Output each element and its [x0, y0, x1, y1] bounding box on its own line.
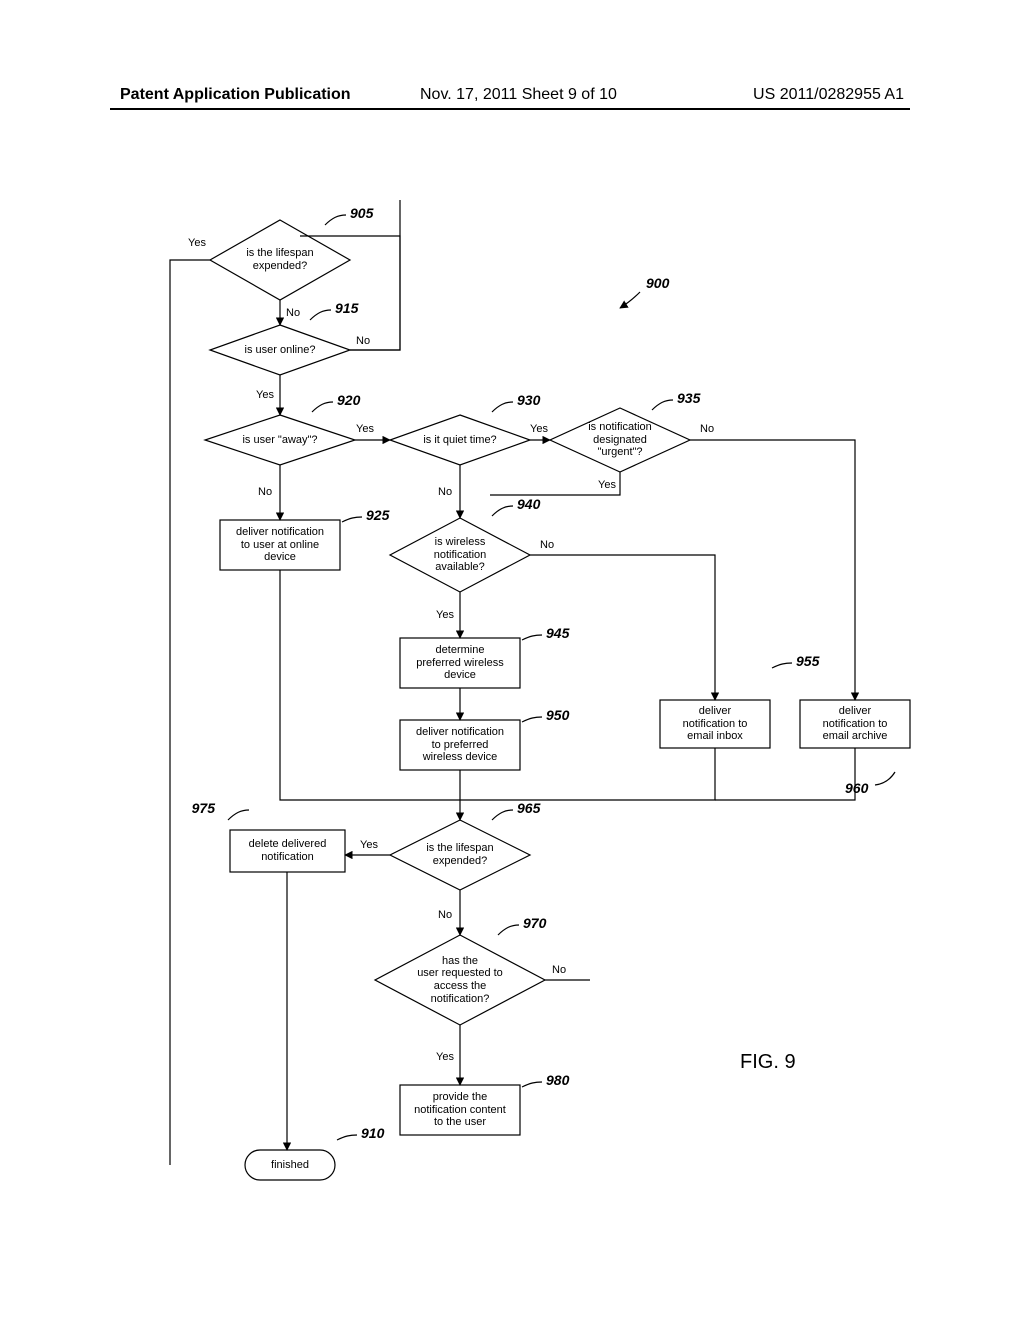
process-deliver-email-archive: deliver notification to email archive	[800, 700, 910, 748]
edge-970-no: No	[552, 964, 566, 976]
ref-935: 935	[677, 390, 701, 406]
ref-910: 910	[361, 1125, 385, 1141]
edge-940-no: No	[540, 539, 554, 551]
decision-wireless-available: is wireless notification available?	[390, 518, 530, 592]
decision-quiet-time: is it quiet time?	[390, 415, 530, 465]
page: Patent Application Publication Nov. 17, …	[0, 0, 1024, 1320]
flowchart: .line { stroke:#000; stroke-width:1.2; f…	[0, 0, 1024, 1320]
ref-900: 900	[646, 275, 670, 291]
ref-945: 945	[546, 625, 570, 641]
edge-935-no: No	[700, 423, 714, 435]
decision-lifespan-expended-1: is the lifespan expended?	[210, 220, 350, 300]
ref-970: 970	[523, 915, 547, 931]
process-provide-notification-content: provide the notification content to the …	[400, 1085, 520, 1135]
edge-965-no: No	[438, 909, 452, 921]
process-determine-preferred-wireless: determine preferred wireless device	[400, 638, 520, 688]
edge-915-no: No	[356, 335, 370, 347]
ref-915: 915	[335, 300, 359, 316]
edge-920-no: No	[258, 486, 272, 498]
process-deliver-preferred-wireless: deliver notification to preferred wirele…	[400, 720, 520, 770]
decision-lifespan-expended-2: is the lifespan expended?	[390, 820, 530, 890]
decision-user-away: is user "away"?	[205, 415, 355, 465]
ref-905: 905	[350, 205, 374, 221]
ref-965: 965	[517, 800, 541, 816]
ref-920: 920	[337, 392, 361, 408]
edge-940-yes: Yes	[436, 609, 454, 621]
ref-925: 925	[366, 507, 390, 523]
ref-930: 930	[517, 392, 541, 408]
ref-960: 960	[845, 780, 869, 796]
edge-930-no: No	[438, 486, 452, 498]
decision-user-requested-access: has the user requested to access the not…	[375, 935, 545, 1025]
edge-970-yes: Yes	[436, 1051, 454, 1063]
process-delete-delivered-notification: delete delivered notification	[230, 830, 345, 872]
edge-965-yes: Yes	[360, 839, 378, 851]
edge-905-no: No	[286, 307, 300, 319]
ref-950: 950	[546, 707, 570, 723]
edge-930-yes: Yes	[530, 423, 548, 435]
decision-notification-urgent: is notification designated "urgent"?	[550, 408, 690, 472]
edge-920-yes: Yes	[356, 423, 374, 435]
figure-label: FIG. 9	[740, 1051, 796, 1073]
process-deliver-email-inbox: deliver notification to email inbox	[660, 700, 770, 748]
ref-955: 955	[796, 653, 820, 669]
ref-980: 980	[546, 1072, 570, 1088]
process-deliver-online-device: deliver notification to user at online d…	[220, 520, 340, 570]
edge-935-yes: Yes	[598, 479, 616, 491]
ref-975: 975	[192, 800, 216, 816]
ref-940: 940	[517, 496, 541, 512]
terminator-finished: finished	[245, 1150, 335, 1180]
decision-user-online: is user online?	[210, 325, 350, 375]
edge-905-yes: Yes	[188, 237, 206, 249]
edge-915-yes: Yes	[256, 389, 274, 401]
